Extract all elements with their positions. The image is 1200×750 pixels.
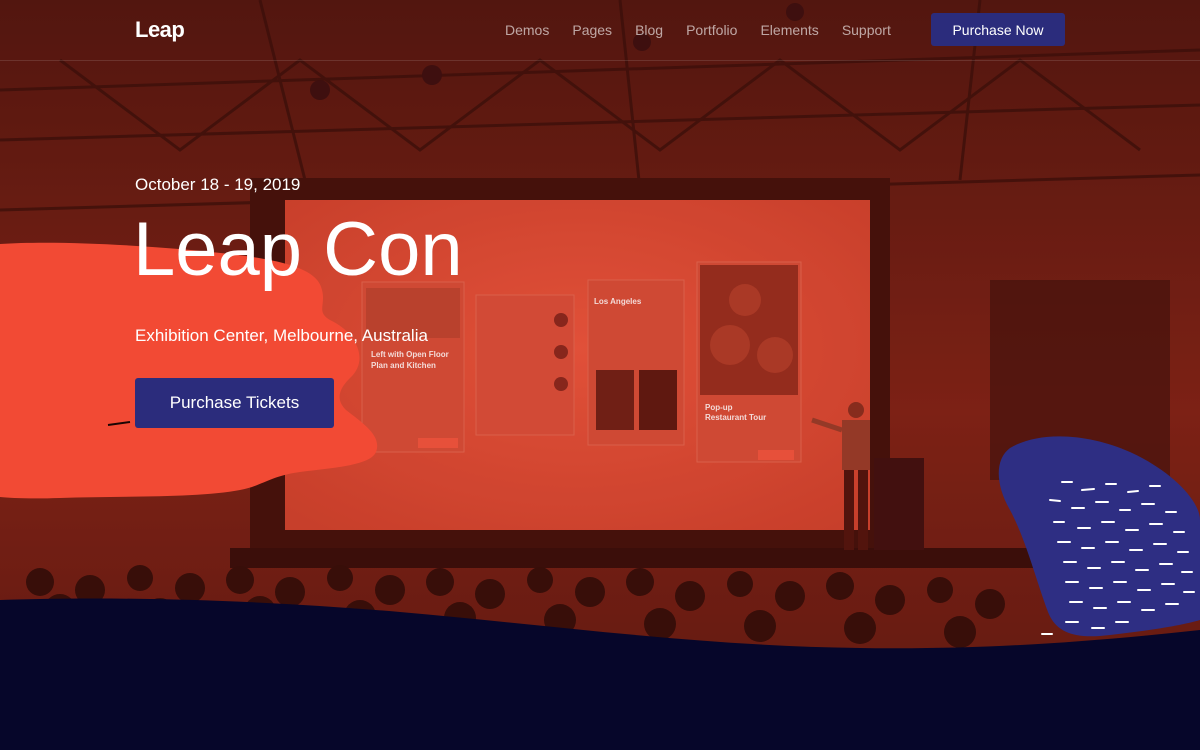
nav-pages[interactable]: Pages (572, 22, 612, 38)
hero-background-image: Left with Open Floor Plan and Kitchen Lo… (0, 0, 1200, 750)
hero-section: Left with Open Floor Plan and Kitchen Lo… (0, 0, 1200, 750)
event-date: October 18 - 19, 2019 (135, 175, 301, 194)
site-header: Leap Demos Pages Blog Portfolio Elements… (0, 0, 1200, 61)
nav-support[interactable]: Support (842, 22, 891, 38)
logo[interactable]: Leap (135, 17, 185, 43)
nav-portfolio[interactable]: Portfolio (686, 22, 737, 38)
nav-elements[interactable]: Elements (760, 22, 818, 38)
event-title: Leap Con (133, 207, 463, 292)
purchase-now-button[interactable]: Purchase Now (931, 13, 1065, 46)
nav-blog[interactable]: Blog (635, 22, 663, 38)
event-venue: Exhibition Center, Melbourne, Australia (135, 326, 428, 345)
purchase-tickets-button[interactable]: Purchase Tickets (135, 378, 334, 428)
nav-demos[interactable]: Demos (505, 22, 549, 38)
main-nav: Demos Pages Blog Portfolio Elements Supp… (505, 22, 891, 38)
